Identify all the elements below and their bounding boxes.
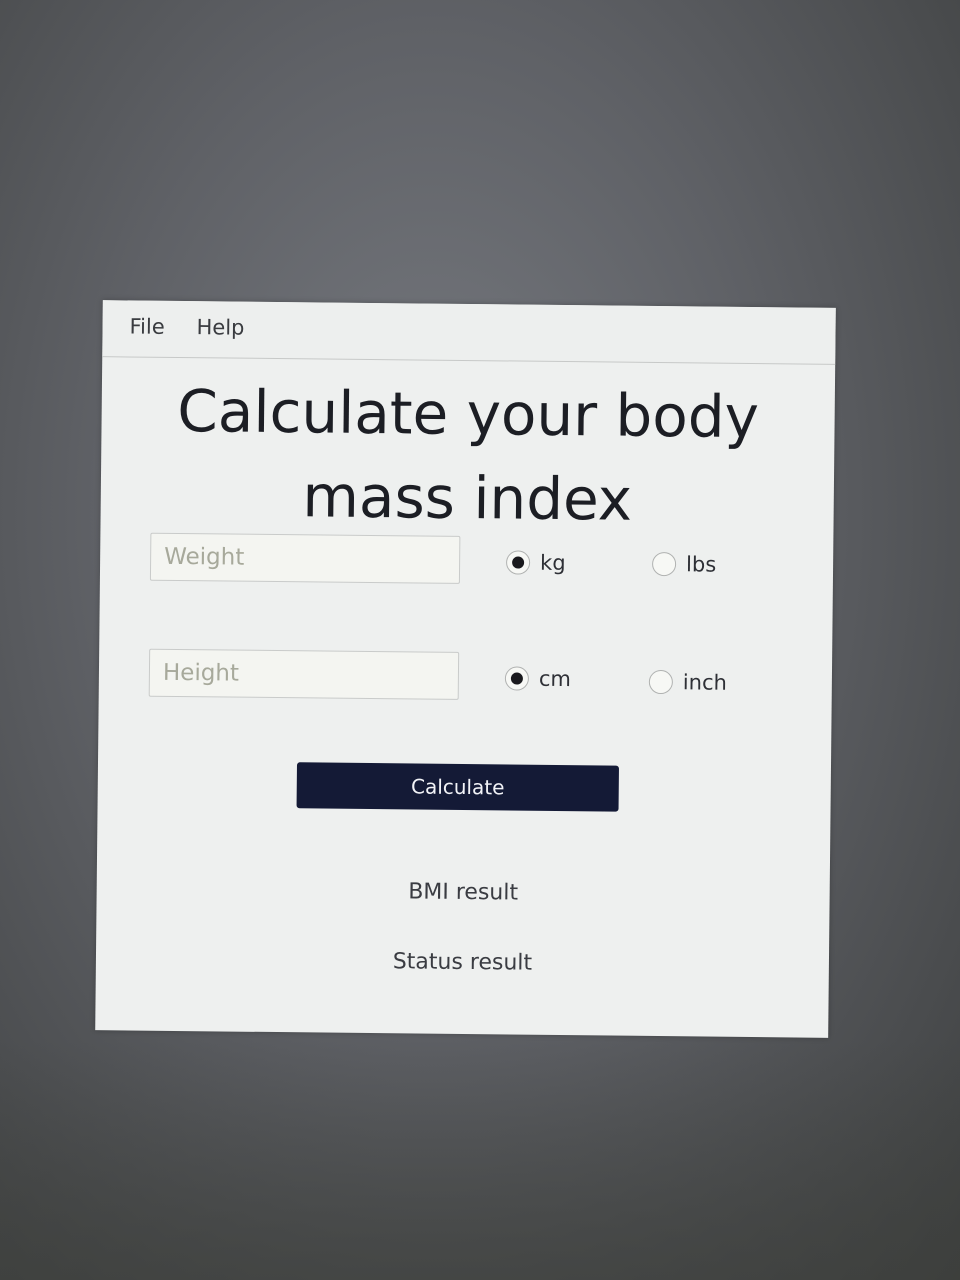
radio-unselected-icon[interactable] <box>651 551 677 577</box>
unit-inch-radio[interactable]: inch <box>648 669 727 695</box>
bmi-calculator-window: File Help Calculate your body mass index… <box>95 300 836 1038</box>
monitor-background <box>0 1040 960 1280</box>
bmi-result-label: BMI result <box>408 879 519 906</box>
unit-cm-label: cm <box>538 666 572 692</box>
unit-inch-label: inch <box>682 670 727 695</box>
radio-unselected-icon[interactable] <box>648 669 673 695</box>
unit-kg-label: kg <box>539 550 566 576</box>
radio-selected-icon[interactable] <box>504 666 530 691</box>
height-input[interactable] <box>148 648 460 700</box>
page-title: Calculate your body mass index <box>177 376 760 534</box>
unit-lbs-radio[interactable]: lbs <box>651 551 717 577</box>
menu-bar: File Help <box>102 300 836 365</box>
menu-help[interactable]: Help <box>196 315 244 340</box>
unit-lbs-label: lbs <box>685 552 717 577</box>
unit-kg-radio[interactable]: kg <box>505 550 566 576</box>
calculate-button[interactable]: Calculate <box>296 762 619 812</box>
radio-selected-icon[interactable] <box>505 550 531 575</box>
weight-input[interactable] <box>149 532 461 584</box>
menu-file[interactable]: File <box>129 314 164 338</box>
status-result-label: Status result <box>392 949 533 976</box>
unit-cm-radio[interactable]: cm <box>504 666 572 692</box>
